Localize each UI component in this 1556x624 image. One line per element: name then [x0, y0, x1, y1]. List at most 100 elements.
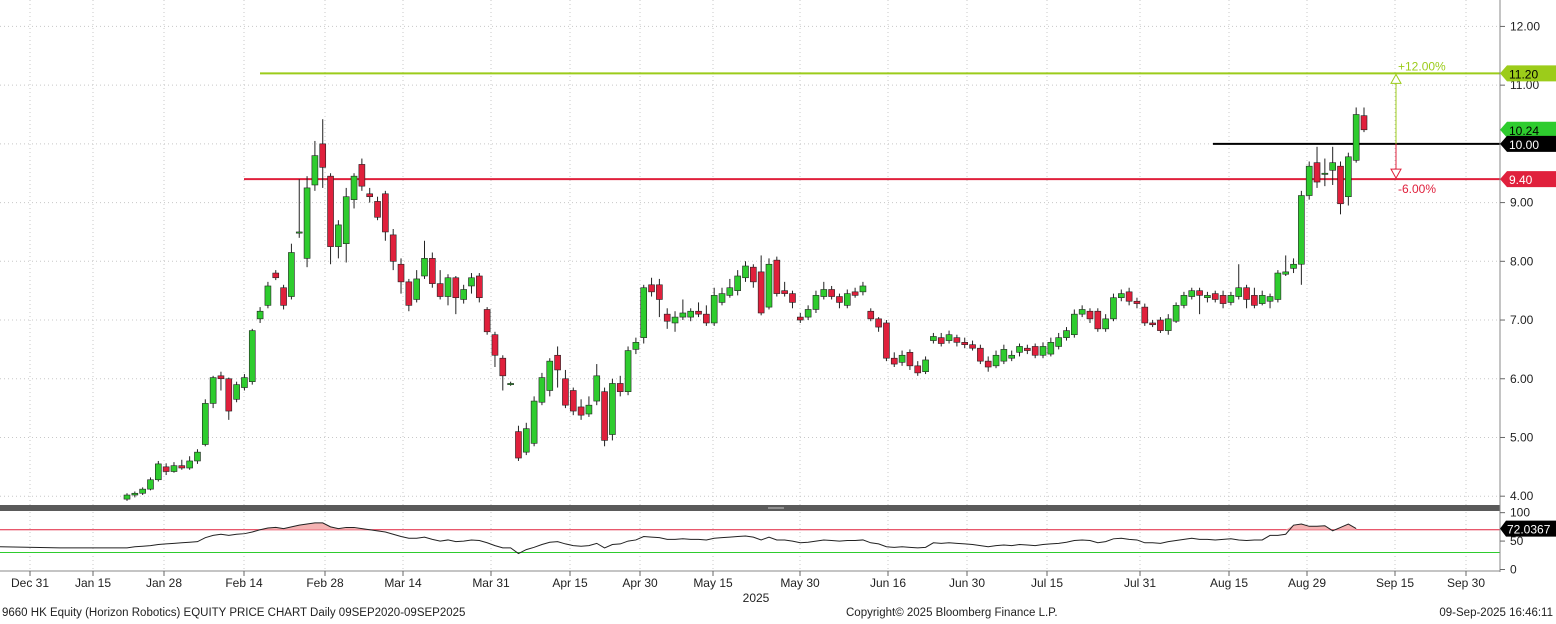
- candle-up: [1227, 295, 1235, 303]
- last-price-label: 10.24: [1509, 124, 1539, 138]
- panel-divider: [0, 505, 1500, 511]
- candle-down: [1243, 287, 1250, 300]
- candle-down: [977, 347, 984, 362]
- time-tick-label: Jul 15: [1031, 576, 1063, 590]
- candle-up: [1188, 290, 1196, 297]
- candle-up: [155, 463, 162, 481]
- candle-up: [1345, 156, 1352, 198]
- time-tick-label: May 15: [693, 576, 733, 590]
- down-arrow-head: [1390, 168, 1402, 180]
- rsi-overbought-fill: [1285, 524, 1333, 530]
- price-levels: [244, 72, 1500, 181]
- candle-down: [162, 466, 170, 472]
- candle-down: [836, 296, 843, 303]
- candle-up: [1290, 263, 1297, 269]
- time-tick-label: Aug 29: [1288, 576, 1326, 590]
- candle-down: [867, 310, 875, 320]
- candlesticks: [123, 107, 1368, 501]
- candle-down: [875, 318, 882, 328]
- candle-up: [170, 465, 178, 472]
- candle-up: [1352, 114, 1360, 161]
- footer-timestamp: 09-Sep-2025 16:46:11: [1439, 607, 1553, 619]
- candle-up: [898, 354, 906, 363]
- candle-down: [914, 365, 922, 374]
- candle-up: [593, 375, 601, 402]
- price-tick-label: 8.00: [1510, 254, 1534, 268]
- candle-up: [1164, 318, 1172, 331]
- candle-up: [726, 287, 734, 296]
- candle-up: [131, 492, 139, 496]
- candle-down: [757, 271, 765, 314]
- rsi-tick-label: 100: [1510, 506, 1530, 520]
- candle-down: [1251, 295, 1258, 306]
- candle-up: [718, 293, 726, 303]
- candle-up: [859, 285, 867, 293]
- candle-down: [1211, 293, 1219, 300]
- candle-up: [264, 285, 272, 306]
- candle-up: [632, 342, 640, 350]
- level-10-00-label: 10.00: [1509, 138, 1539, 152]
- candle-down: [389, 234, 397, 262]
- candle-up: [335, 224, 342, 247]
- candle-down: [616, 383, 624, 392]
- candle-down: [797, 316, 804, 321]
- time-tick-label: Aug 15: [1210, 576, 1248, 590]
- time-tick-label: Apr 15: [552, 576, 588, 590]
- candle-up: [1274, 272, 1282, 300]
- rsi-tick-label: 0: [1510, 563, 1517, 577]
- candle-down: [491, 334, 499, 356]
- price-tick-label: 7.00: [1510, 313, 1534, 327]
- candle-down: [890, 357, 898, 365]
- candle-down: [577, 406, 585, 416]
- candle-down: [374, 201, 381, 218]
- candle-up: [945, 334, 953, 341]
- candle-down: [883, 322, 890, 359]
- candle-up: [123, 494, 131, 500]
- candle-down: [483, 309, 491, 333]
- candle-down: [436, 283, 444, 297]
- candle-up: [609, 383, 616, 435]
- candle-up: [1078, 309, 1086, 315]
- candle-down: [695, 310, 702, 315]
- candle-up: [1266, 296, 1274, 302]
- candle-down: [569, 390, 577, 412]
- candle-down: [1125, 291, 1133, 302]
- up-arrow-head: [1390, 73, 1402, 84]
- candle-up: [147, 479, 154, 490]
- candle-up: [1282, 271, 1290, 275]
- candle-down: [969, 344, 976, 349]
- candle-up: [288, 252, 295, 297]
- time-tick-label: Feb 14: [225, 576, 263, 590]
- candle-down: [562, 378, 569, 406]
- candle-up: [256, 310, 264, 320]
- candle-up: [209, 377, 217, 404]
- time-axis: Dec 31 Jan 15 Jan 28 Feb 14 Feb 28 Mar 14 Mar …: [0, 570, 1500, 605]
- candle-up: [311, 155, 319, 186]
- candle-down: [906, 352, 914, 367]
- range-annotations: +12.00% -6.00%: [1390, 59, 1446, 196]
- time-tick-label: Jan 15: [75, 576, 111, 590]
- candle-up: [413, 278, 420, 300]
- time-tick-label: Apr 30: [622, 576, 658, 590]
- time-tick-label: Dec 31: [11, 576, 49, 590]
- candle-down: [397, 263, 405, 283]
- candle-down: [789, 293, 796, 303]
- candle-up: [922, 359, 929, 373]
- candle-up: [1055, 337, 1062, 347]
- rsi-overbought-fill: [260, 522, 370, 530]
- price-tick-label: 4.00: [1510, 489, 1534, 503]
- candle-up: [186, 460, 193, 469]
- candle-down: [1086, 310, 1094, 320]
- candle-down: [1360, 115, 1368, 131]
- candle-up: [194, 451, 201, 462]
- candle-up: [295, 231, 303, 234]
- price-tick-label: 5.00: [1510, 430, 1534, 444]
- candle-up: [522, 428, 530, 453]
- candle-up: [1321, 172, 1329, 175]
- level-11-20-label: 11.20: [1509, 67, 1538, 81]
- candle-up: [804, 309, 812, 318]
- price-tick-label: 12.00: [1510, 19, 1540, 33]
- candle-up: [585, 404, 593, 415]
- candle-up: [1110, 297, 1117, 320]
- candle-up: [1204, 295, 1211, 299]
